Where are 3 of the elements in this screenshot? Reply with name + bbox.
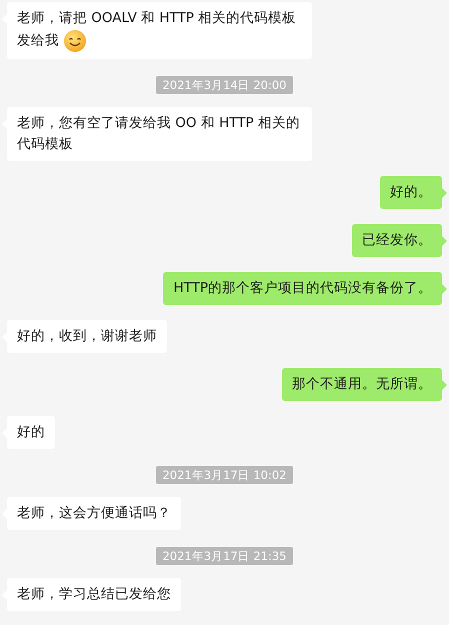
timestamp: 2021年3月14日 20:00 — [156, 76, 292, 94]
timestamp: 2021年3月17日 10:02 — [156, 466, 292, 484]
timestamp: 2021年3月17日 21:35 — [156, 547, 292, 565]
